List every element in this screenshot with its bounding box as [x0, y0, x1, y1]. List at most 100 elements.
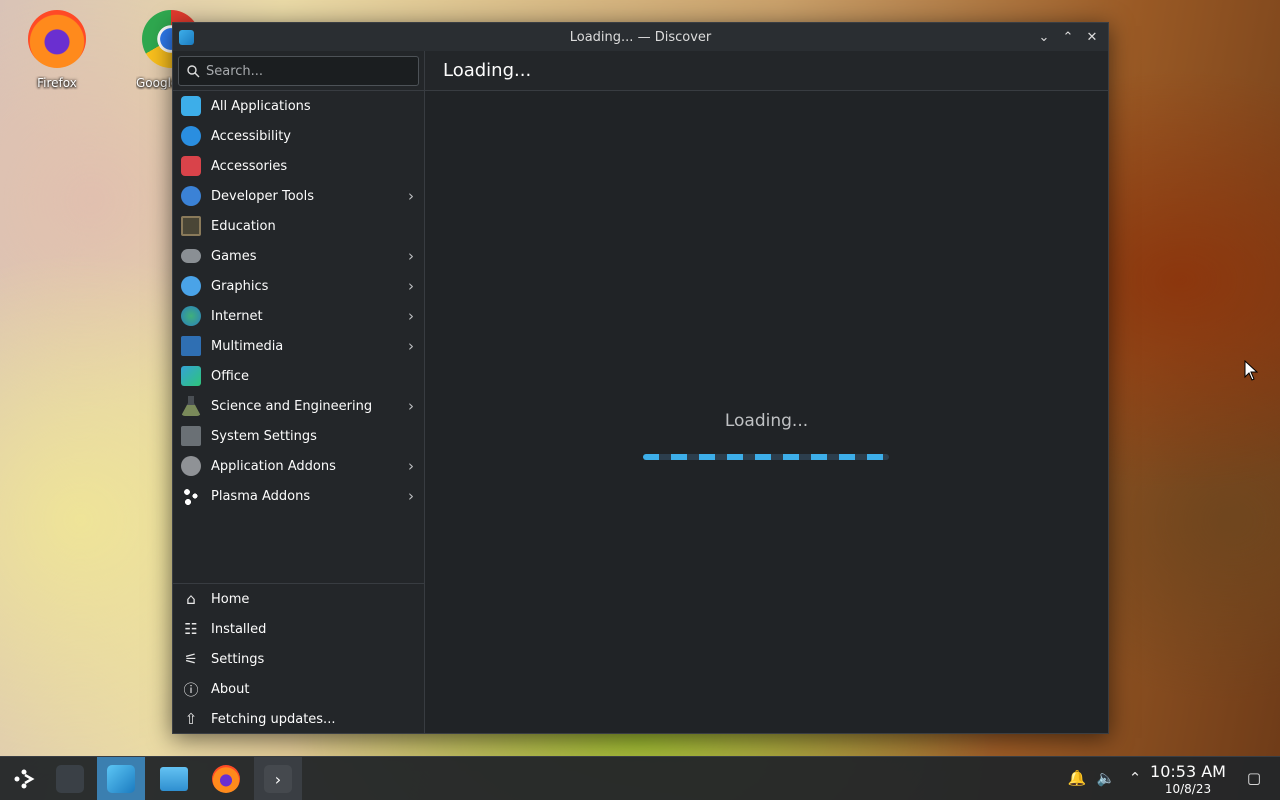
category-list: All Applications Accessibility Accessori…: [173, 91, 424, 511]
loading-label: Loading...: [724, 411, 809, 431]
main-content: Loading... Loading...: [425, 51, 1108, 733]
search-input[interactable]: [206, 63, 406, 79]
hammer-icon: [181, 186, 201, 206]
progress-fill: [643, 454, 889, 460]
close-button[interactable]: ✕: [1082, 27, 1102, 47]
steamdeck-launcher-icon: [14, 769, 35, 789]
page-title: Loading...: [443, 60, 532, 81]
category-label: Accessories: [211, 158, 288, 174]
graphics-icon: [181, 276, 201, 296]
grid-icon: [181, 96, 201, 116]
application-launcher[interactable]: [0, 757, 48, 800]
chevron-right-icon: ›: [408, 307, 414, 325]
nav-label: About: [211, 681, 250, 697]
firefox-icon: [28, 10, 86, 68]
settings-sliders-icon: [181, 426, 201, 446]
notifications-icon[interactable]: 🔔: [1066, 767, 1088, 789]
taskbar-system-settings[interactable]: [46, 757, 94, 800]
discover-icon: [107, 765, 135, 793]
nav-label: Installed: [211, 621, 267, 637]
plasma-icon: [181, 486, 201, 506]
terminal-icon: ›: [264, 765, 292, 793]
title-bar[interactable]: Loading... — Discover ⌄ ⌃ ✕: [173, 23, 1108, 51]
discover-window: Loading... — Discover ⌄ ⌃ ✕ All Applicat…: [172, 22, 1109, 734]
category-label: Internet: [211, 308, 263, 324]
category-label: Accessibility: [211, 128, 291, 144]
gamepad-icon: [181, 249, 201, 263]
category-application-addons[interactable]: Application Addons ›: [173, 451, 424, 481]
category-graphics[interactable]: Graphics ›: [173, 271, 424, 301]
nav-label: Settings: [211, 651, 265, 667]
clock-time: 10:53 AM: [1150, 762, 1226, 781]
category-games[interactable]: Games ›: [173, 241, 424, 271]
category-label: Developer Tools: [211, 188, 315, 204]
installed-list-icon: ☷: [184, 620, 198, 638]
nav-label: Fetching updates...: [211, 711, 336, 727]
category-developer-tools[interactable]: Developer Tools ›: [173, 181, 424, 211]
category-label: All Applications: [211, 98, 311, 114]
nav-about[interactable]: ⓘ About: [173, 674, 424, 704]
nav-home[interactable]: ⌂ Home: [173, 584, 424, 614]
category-label: Education: [211, 218, 276, 234]
toolbox-icon: [181, 156, 201, 176]
category-multimedia[interactable]: Multimedia ›: [173, 331, 424, 361]
desktop-icon-firefox[interactable]: Firefox: [22, 10, 92, 90]
category-office[interactable]: Office: [173, 361, 424, 391]
info-icon: ⓘ: [183, 680, 199, 699]
category-label: Games: [211, 248, 257, 264]
firefox-icon: [212, 765, 240, 793]
office-icon: [181, 366, 201, 386]
category-all-applications[interactable]: All Applications: [173, 91, 424, 121]
category-label: Multimedia: [211, 338, 284, 354]
more-icon: [181, 456, 201, 476]
chevron-right-icon: ›: [408, 277, 414, 295]
chevron-up-icon[interactable]: ⌃: [1124, 767, 1146, 789]
bottom-nav: ⌂ Home ☷ Installed ⚟ Settings ⓘ About ⇧ …: [173, 584, 424, 734]
folder-icon: [160, 767, 188, 791]
accessibility-icon: [181, 126, 201, 146]
category-label: Graphics: [211, 278, 269, 294]
clock[interactable]: 10:53 AM 10/8/23: [1150, 762, 1226, 796]
settings-sliders-icon: [56, 765, 84, 793]
chalkboard-icon: [181, 216, 201, 236]
taskbar-firefox[interactable]: [202, 757, 250, 800]
category-label: Application Addons: [211, 458, 336, 474]
page-header: Loading...: [425, 51, 1108, 91]
category-label: Science and Engineering: [211, 398, 373, 414]
flask-icon: [181, 396, 201, 416]
sidebar: All Applications Accessibility Accessori…: [173, 51, 425, 733]
category-system-settings[interactable]: System Settings: [173, 421, 424, 451]
taskbar-discover[interactable]: [97, 757, 145, 800]
category-accessories[interactable]: Accessories: [173, 151, 424, 181]
category-science-and-engineering[interactable]: Science and Engineering ›: [173, 391, 424, 421]
taskbar-terminal[interactable]: ›: [254, 757, 302, 800]
taskbar-file-manager[interactable]: [150, 757, 198, 800]
chevron-right-icon: ›: [408, 187, 414, 205]
category-label: Office: [211, 368, 249, 384]
category-plasma-addons[interactable]: Plasma Addons ›: [173, 481, 424, 511]
search-box[interactable]: [178, 56, 419, 86]
update-arrow-icon: ⇧: [184, 710, 198, 728]
category-education[interactable]: Education: [173, 211, 424, 241]
discover-app-icon[interactable]: [179, 30, 194, 45]
nav-updates[interactable]: ⇧ Fetching updates...: [173, 704, 424, 734]
chevron-right-icon: ›: [408, 457, 414, 475]
category-label: Plasma Addons: [211, 488, 311, 504]
maximize-button[interactable]: ⌃: [1058, 27, 1078, 47]
taskbar: › 🔔 🔈 ⌃ 10:53 AM 10/8/23 ▢: [0, 756, 1280, 800]
monitor-play-icon: [181, 336, 201, 356]
home-icon: ⌂: [186, 590, 196, 608]
nav-settings[interactable]: ⚟ Settings: [173, 644, 424, 674]
category-internet[interactable]: Internet ›: [173, 301, 424, 331]
minimize-button[interactable]: ⌄: [1034, 27, 1054, 47]
globe-icon: [181, 306, 201, 326]
show-desktop-icon[interactable]: ▢: [1243, 767, 1265, 789]
window-title: Loading... — Discover: [569, 29, 712, 45]
category-accessibility[interactable]: Accessibility: [173, 121, 424, 151]
desktop-icon-label: Firefox: [37, 76, 77, 90]
chevron-right-icon: ›: [408, 397, 414, 415]
chevron-right-icon: ›: [408, 487, 414, 505]
nav-installed[interactable]: ☷ Installed: [173, 614, 424, 644]
volume-muted-icon[interactable]: 🔈: [1095, 767, 1117, 789]
settings-icon: ⚟: [184, 650, 198, 668]
